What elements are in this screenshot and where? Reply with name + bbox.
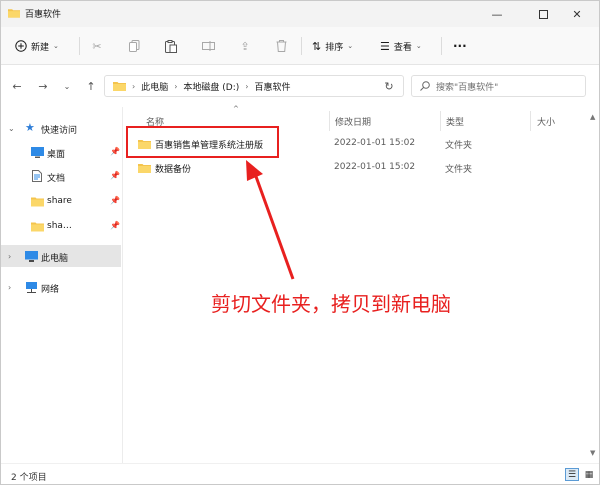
item-count: 2 个项目 bbox=[11, 473, 47, 483]
tiles-view-icon: ▦ bbox=[584, 469, 594, 480]
scroll-down-icon[interactable]: ▼ bbox=[590, 449, 595, 457]
tiles-view-button[interactable]: ▦ bbox=[582, 468, 596, 481]
status-bar: 2 个项目 ☰ ▦ bbox=[1, 463, 599, 484]
explorer-window: 百惠软件 — ✕ 新建 ⌄ ✂ ⇪ ⇅ 排序 ⌄ ☰ 查看 ⌄ ··· ← → … bbox=[0, 0, 600, 485]
details-view-button[interactable]: ☰ bbox=[565, 468, 579, 481]
scroll-up-icon[interactable]: ▲ bbox=[590, 113, 595, 121]
vertical-scrollbar[interactable]: ▲ ▼ bbox=[588, 107, 599, 463]
details-view-icon: ☰ bbox=[567, 469, 577, 480]
annotation-arrow bbox=[246, 160, 295, 280]
annotation-text: 剪切文件夹，拷贝到新电脑 bbox=[211, 292, 451, 316]
